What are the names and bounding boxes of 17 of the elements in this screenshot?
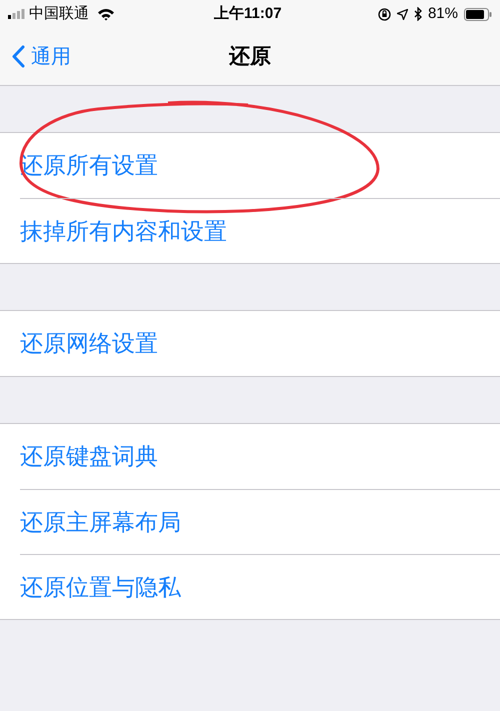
menu-item[interactable]: 还原主屏幕布局 (20, 504, 181, 540)
battery-percentage: 81% (428, 4, 458, 24)
chevron-left-icon (12, 45, 25, 68)
rotation-lock-icon (378, 8, 391, 20)
wifi-icon (97, 8, 115, 20)
clock-time: 上午11:07 (214, 4, 282, 24)
signal-icon (8, 9, 26, 19)
menu-item[interactable]: 还原网络设置 (20, 326, 158, 361)
menu-item[interactable]: 还原键盘词典 (20, 439, 158, 474)
menu-item[interactable]: 抹掉所有内容和设置 (20, 214, 227, 248)
back-button[interactable]: 通用 (0, 42, 71, 72)
page-title: 还原 (229, 44, 271, 70)
bluetooth-icon (414, 7, 422, 21)
carrier-name: 中国联通 (29, 4, 89, 24)
menu-item[interactable]: 还原位置与隐私 (20, 570, 181, 604)
location-icon (396, 8, 408, 20)
battery-icon (464, 8, 492, 20)
